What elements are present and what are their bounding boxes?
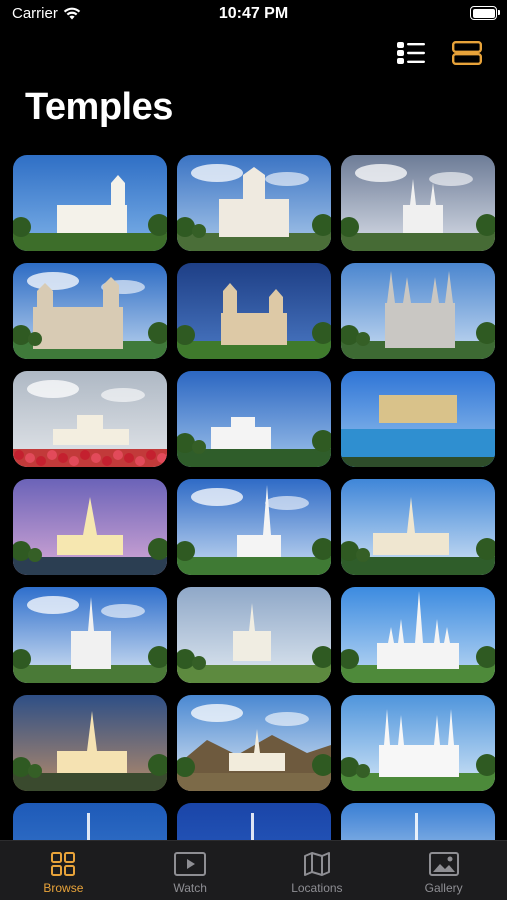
tab-gallery[interactable]: Gallery [380,841,507,900]
tab-locations-label: Locations [291,881,343,895]
list-view-button[interactable] [395,40,427,66]
tab-bar: Browse Watch Locations Gallery [0,840,507,900]
temple-photo [341,803,495,845]
temple-card[interactable] [341,695,495,791]
temple-card[interactable] [13,263,167,359]
temple-photo [341,155,495,251]
temple-photo [13,587,167,683]
tab-browse-label: Browse [43,881,84,895]
temple-card[interactable] [13,479,167,575]
tab-gallery-label: Gallery [424,881,463,895]
tab-locations[interactable]: Locations [254,841,381,900]
temple-card[interactable] [13,587,167,683]
temple-card[interactable] [177,695,331,791]
temple-card[interactable] [341,479,495,575]
temple-photo [177,371,331,467]
list-icon [397,42,425,64]
clock: 10:47 PM [218,5,289,22]
photo-icon [428,852,459,876]
temple-grid [13,155,495,845]
temple-photo [177,695,331,791]
temple-card[interactable] [177,587,331,683]
card-view-button[interactable] [451,40,483,66]
temple-card[interactable] [13,155,167,251]
temple-photo [341,371,495,467]
page-title: Temples [25,86,173,128]
temple-card[interactable] [341,587,495,683]
temple-photo [177,803,331,845]
temple-photo [13,371,167,467]
play-icon [174,852,207,876]
card-grid-icon [452,41,482,65]
temple-card[interactable] [13,371,167,467]
temple-card[interactable] [13,803,167,845]
battery-icon [470,6,500,20]
tab-watch-label: Watch [173,881,207,895]
temple-card[interactable] [341,371,495,467]
temple-photo [13,263,167,359]
temple-photo [13,479,167,575]
temple-card[interactable] [177,155,331,251]
temple-card[interactable] [341,155,495,251]
temple-card[interactable] [177,803,331,845]
temple-card[interactable] [177,263,331,359]
temple-photo [341,479,495,575]
map-icon [303,852,330,876]
temple-card[interactable] [341,263,495,359]
temple-photo [177,587,331,683]
temple-photo [341,587,495,683]
temple-photo [13,695,167,791]
view-toggle [395,40,483,66]
temple-photo [177,155,331,251]
temple-photo [341,263,495,359]
status-bar: Carrier 10:47 PM [0,0,507,30]
temple-card[interactable] [177,371,331,467]
temple-photo [341,695,495,791]
tab-watch[interactable]: Watch [127,841,254,900]
temple-photo [13,155,167,251]
temple-card[interactable] [341,803,495,845]
temple-photo [177,263,331,359]
temple-card[interactable] [177,479,331,575]
temple-card[interactable] [13,695,167,791]
tab-browse[interactable]: Browse [0,841,127,900]
grid-icon [51,852,76,876]
temple-photo [177,479,331,575]
temple-photo [13,803,167,845]
